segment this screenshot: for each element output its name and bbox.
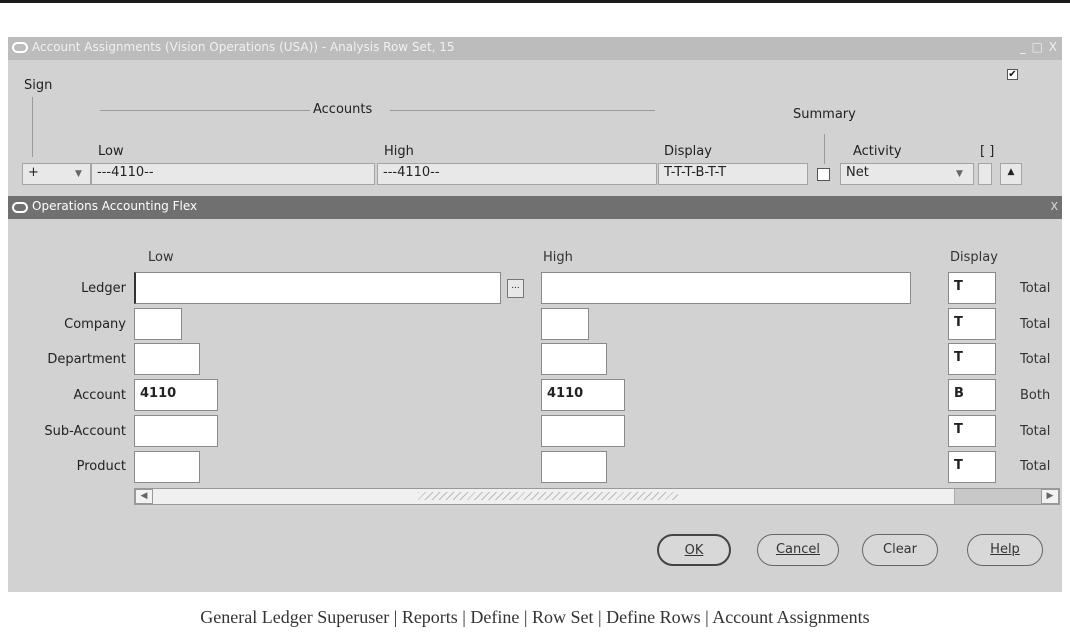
department-display-meaning: Total [1020,352,1051,367]
account-assignments-titlebar: Account Assignments (Vision Operations (… [8,37,1062,60]
summary-checkbox[interactable] [817,168,830,181]
segment-label-account: Account [73,388,127,403]
ledger-display-input[interactable]: T [948,272,996,304]
clear-label: Clear [883,542,917,557]
row-display-field[interactable]: T-T-T-B-T-T [658,163,808,185]
row-high-field[interactable]: ---4110-- [377,163,657,185]
product-high-input[interactable] [541,451,607,483]
department-high-input[interactable] [541,343,607,375]
flex-dialog-titlebar: Operations Accounting Flex X [8,196,1062,219]
sub-account-display-meaning: Total [1020,424,1051,439]
horizontal-scrollbar[interactable]: ◀ ▶ [134,488,1060,505]
chevron-down-icon[interactable]: ▼ [956,169,963,179]
company-high-input[interactable] [541,308,589,340]
column-high: High [384,144,414,159]
flex-header-display: Display [950,250,998,265]
accounts-rule-right [390,110,655,111]
close-icon[interactable]: X [1050,200,1058,213]
dialog-title: Operations Accounting Flex [32,199,198,213]
summary-divider [824,134,825,164]
top-checkbox[interactable]: ✔ [1007,69,1018,80]
company-display-meaning: Total [1020,317,1051,332]
summary-label: Summary [793,107,856,122]
scrollbar-thumb[interactable] [153,489,955,504]
flex-header-low: Low [148,250,174,265]
sub-account-display-input[interactable]: T [948,415,996,447]
scrollbar-grip [418,492,678,500]
sign-value: + [28,165,39,180]
cancel-label: Cancel [775,542,821,557]
segment-label-product: Product [76,459,126,474]
segment-label-company: Company [64,317,126,332]
column-display: Display [664,144,712,159]
help-label: Help [990,542,1020,557]
department-display-input[interactable]: T [948,343,996,375]
segment-label-sub-account: Sub-Account [44,424,126,439]
ledger-lov-button[interactable]: ... [507,279,524,298]
activity-value: Net [846,165,869,180]
ledger-low-input[interactable] [134,272,501,304]
chevron-down-icon[interactable]: ▼ [75,169,82,179]
sign-label: Sign [24,78,53,93]
figure-caption: General Ledger Superuser | Reports | Def… [200,607,870,627]
sub-account-low-input[interactable] [134,415,218,447]
bracket-cell[interactable] [978,163,992,185]
oracle-window-icon [12,42,28,53]
product-display-input[interactable]: T [948,451,996,483]
scroll-right-icon[interactable]: ▶ [1041,489,1059,504]
account-low-input[interactable]: 4110 [134,379,218,411]
accounts-group-label: Accounts [313,102,373,117]
clear-button[interactable]: Clear [862,534,938,566]
activity-select[interactable]: Net ▼ [840,163,974,185]
account-display-input[interactable]: B [948,379,996,411]
column-low: Low [98,144,124,159]
scroll-up-icon[interactable]: ▲ [1000,163,1022,185]
company-display-input[interactable]: T [948,308,996,340]
window-controls[interactable]: _ □ X [1020,40,1058,54]
ledger-high-input[interactable] [541,272,911,304]
department-low-input[interactable] [134,343,200,375]
ledger-display-meaning: Total [1020,281,1051,296]
top-rule [0,0,1070,3]
segment-label-department: Department [47,352,126,367]
flex-header-high: High [543,250,573,265]
ok-label: OK [684,543,704,558]
sign-divider [32,97,33,157]
product-display-meaning: Total [1020,459,1051,474]
cancel-button[interactable]: Cancel [757,534,839,566]
help-button[interactable]: Help [967,534,1043,566]
company-low-input[interactable] [134,308,182,340]
sign-select[interactable]: + ▼ [22,163,91,185]
scroll-left-icon[interactable]: ◀ [135,489,153,504]
product-low-input[interactable] [134,451,200,483]
column-activity: Activity [853,144,902,159]
ok-button[interactable]: OK [657,534,731,566]
segment-label-ledger: Ledger [81,281,126,296]
column-bracket: [ ] [980,144,995,159]
sub-account-high-input[interactable] [541,415,625,447]
window-title: Account Assignments (Vision Operations (… [32,40,455,54]
row-low-field[interactable]: ---4110-- [91,163,375,185]
account-high-input[interactable]: 4110 [541,379,625,411]
account-display-meaning: Both [1020,388,1051,403]
oracle-dialog-icon [12,202,28,213]
accounts-rule-left [100,110,310,111]
